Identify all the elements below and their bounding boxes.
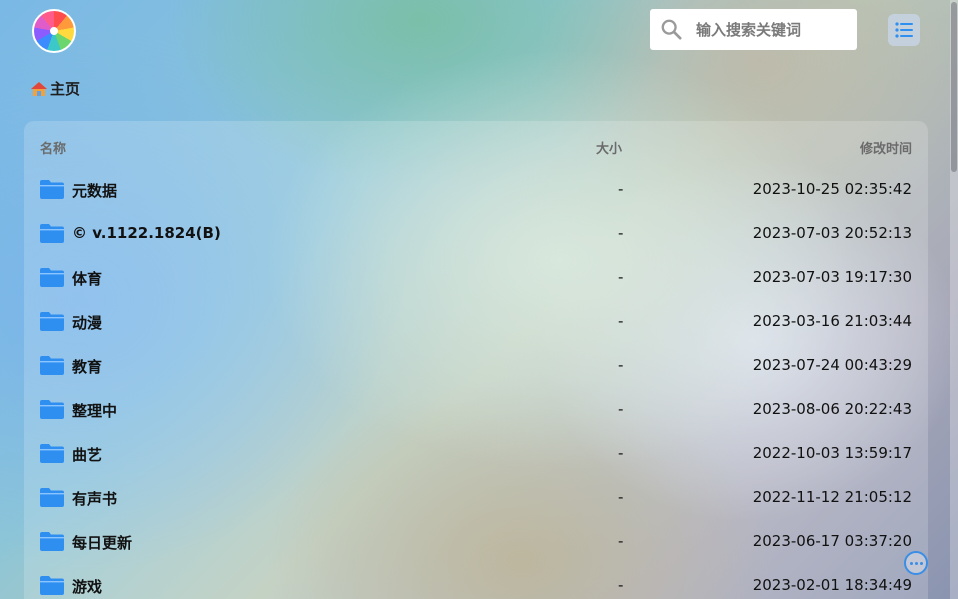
row-name[interactable]: 动漫: [72, 312, 102, 333]
row-size: -: [618, 488, 624, 506]
row-name[interactable]: 每日更新: [72, 532, 132, 553]
table-row[interactable]: 每日更新 - 2023-06-17 03:37:20: [24, 519, 928, 563]
folder-icon: [40, 487, 64, 507]
row-size: -: [618, 532, 624, 550]
row-modified: 2022-11-12 21:05:12: [752, 488, 912, 506]
table-row[interactable]: 体育 - 2023-07-03 19:17:30: [24, 255, 928, 299]
table-row[interactable]: 动漫 - 2023-03-16 21:03:44: [24, 299, 928, 343]
logo-icon[interactable]: [32, 9, 76, 53]
header-size[interactable]: 大小: [596, 138, 622, 157]
row-name[interactable]: 游戏: [72, 576, 102, 597]
list-view-button[interactable]: [888, 14, 920, 46]
more-icon: [909, 561, 913, 565]
row-modified: 2023-02-01 18:34:49: [752, 576, 912, 594]
row-modified: 2022-10-03 13:59:17: [752, 444, 912, 462]
row-modified: 2023-03-16 21:03:44: [752, 312, 912, 330]
row-modified: 2023-07-03 20:52:13: [752, 224, 912, 242]
search-box[interactable]: [650, 9, 857, 50]
table-row[interactable]: 整理中 - 2023-08-06 20:22:43: [24, 387, 928, 431]
row-name[interactable]: 体育: [72, 268, 102, 289]
folder-icon: [40, 443, 64, 463]
folder-icon: [40, 575, 64, 595]
row-size: -: [618, 444, 624, 462]
row-modified: 2023-08-06 20:22:43: [752, 400, 912, 418]
folder-icon: [40, 355, 64, 375]
table-row[interactable]: 有声书 - 2022-11-12 21:05:12: [24, 475, 928, 519]
header-modified[interactable]: 修改时间: [860, 138, 912, 157]
row-modified: 2023-06-17 03:37:20: [752, 532, 912, 550]
row-modified: 2023-10-25 02:35:42: [752, 180, 912, 198]
breadcrumb[interactable]: 主页: [30, 78, 80, 99]
scrollbar-thumb[interactable]: [951, 2, 957, 172]
row-modified: 2023-07-03 19:17:30: [752, 268, 912, 286]
folder-icon: [40, 223, 64, 243]
row-size: -: [618, 312, 624, 330]
more-icon-dot: [919, 561, 923, 565]
row-size: -: [618, 224, 624, 242]
table-row[interactable]: 游戏 - 2023-02-01 18:34:49: [24, 563, 928, 599]
row-name[interactable]: © v.1122.1824(B): [72, 224, 221, 242]
table-row[interactable]: © v.1122.1824(B) - 2023-07-03 20:52:13: [24, 211, 928, 255]
row-name[interactable]: 整理中: [72, 400, 117, 421]
row-size: -: [618, 268, 624, 286]
list-view-icon: [895, 22, 913, 38]
folder-icon: [40, 399, 64, 419]
table-row[interactable]: 教育 - 2023-07-24 00:43:29: [24, 343, 928, 387]
row-name[interactable]: 曲艺: [72, 444, 102, 465]
search-input[interactable]: [696, 17, 846, 43]
folder-icon: [40, 267, 64, 287]
row-modified: 2023-07-24 00:43:29: [752, 356, 912, 374]
row-name[interactable]: 教育: [72, 356, 102, 377]
row-size: -: [618, 180, 624, 198]
home-icon: [31, 81, 47, 96]
row-size: -: [618, 400, 624, 418]
folder-icon: [40, 179, 64, 199]
folder-icon: [40, 531, 64, 551]
folder-icon: [40, 311, 64, 331]
more-icon-dot: [914, 561, 918, 565]
breadcrumb-home[interactable]: 主页: [50, 78, 80, 99]
table-row[interactable]: 曲艺 - 2022-10-03 13:59:17: [24, 431, 928, 475]
row-size: -: [618, 576, 624, 594]
header-name[interactable]: 名称: [40, 138, 66, 157]
table-row[interactable]: 元数据 - 2023-10-25 02:35:42: [24, 167, 928, 211]
more-button[interactable]: [904, 551, 928, 575]
search-icon[interactable]: [660, 18, 682, 40]
row-name[interactable]: 元数据: [72, 180, 117, 201]
row-size: -: [618, 356, 624, 374]
row-name[interactable]: 有声书: [72, 488, 117, 509]
